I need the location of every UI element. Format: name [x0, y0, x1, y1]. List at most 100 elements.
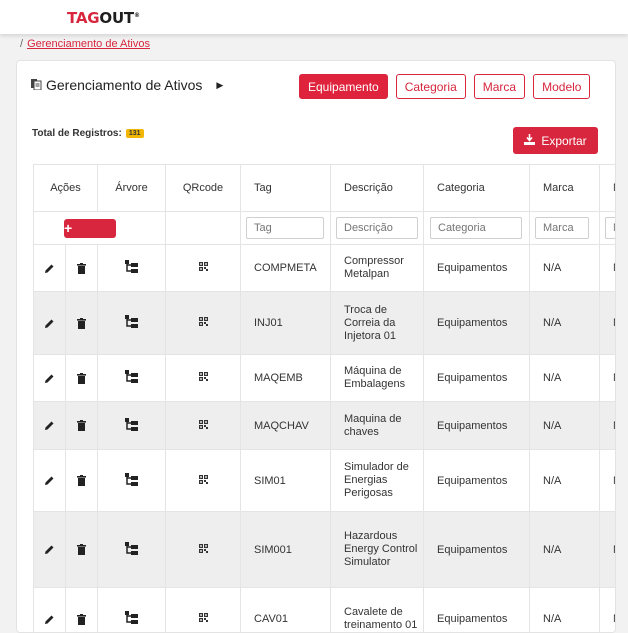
filter-marca-input[interactable]: [535, 217, 589, 239]
assets-table-container[interactable]: Ações Árvore QRcode Tag Descrição Catego…: [33, 164, 615, 633]
trash-icon[interactable]: [66, 512, 97, 587]
column-arvore: Árvore: [98, 165, 166, 212]
tree-icon[interactable]: [125, 260, 138, 273]
qrcode-icon[interactable]: [199, 262, 208, 271]
actions-cell: [34, 245, 98, 292]
document-icon: [31, 77, 42, 93]
filter-categoria-input[interactable]: [430, 217, 522, 239]
cell-descricao: Máquina de Embalagens: [331, 355, 424, 402]
pencil-icon[interactable]: [34, 402, 66, 449]
cell-tag: INJ01: [241, 292, 331, 355]
trash-icon[interactable]: [66, 588, 97, 633]
cell-modelo: N: [600, 245, 616, 292]
pencil-icon[interactable]: [34, 292, 66, 354]
actions-cell: [34, 292, 98, 355]
pencil-icon[interactable]: [34, 588, 66, 633]
tab-categoria[interactable]: Categoria: [396, 74, 466, 99]
cell-descricao: Cavalete de treinamento 01: [331, 588, 424, 633]
tab-equipamento[interactable]: Equipamento: [299, 74, 388, 99]
table-row[interactable]: SIM001Hazardous Energy Control Simulator…: [34, 512, 616, 588]
table-row[interactable]: INJ01Troca de Correia da Injetora 01Equi…: [34, 292, 616, 355]
pencil-icon[interactable]: [34, 512, 66, 587]
qrcode-icon[interactable]: [199, 475, 208, 484]
pencil-icon[interactable]: [34, 245, 66, 291]
add-asset-button[interactable]: +: [64, 219, 116, 238]
breadcrumb-separator: /: [20, 38, 23, 50]
trash-icon[interactable]: [66, 402, 97, 449]
breadcrumb-link[interactable]: Gerenciamento de Ativos: [27, 38, 150, 50]
cell-categoria: Equipamentos: [424, 355, 530, 402]
tree-icon[interactable]: [125, 473, 138, 486]
trash-icon[interactable]: [66, 450, 97, 511]
filter-tag-input[interactable]: [246, 217, 324, 239]
tree-icon[interactable]: [125, 542, 138, 555]
cell-modelo: N: [600, 402, 616, 450]
cell-modelo: N: [600, 588, 616, 633]
cell-descricao: Maquina de chaves: [331, 402, 424, 450]
actions-cell: [34, 355, 98, 402]
logo-tag-text: TAG: [67, 9, 99, 27]
tree-icon[interactable]: [125, 611, 138, 624]
assets-table: Ações Árvore QRcode Tag Descrição Catego…: [33, 164, 615, 633]
entity-tabs: Equipamento Categoria Marca Modelo: [299, 74, 590, 99]
cell-categoria: Equipamentos: [424, 512, 530, 588]
tree-icon[interactable]: [125, 370, 138, 383]
cell-tag: SIM001: [241, 512, 331, 588]
cell-descricao: Compressor Metalpan: [331, 245, 424, 292]
caret-right-icon[interactable]: ▶: [216, 80, 223, 91]
cell-marca: N/A: [530, 292, 600, 355]
pencil-icon[interactable]: [34, 355, 66, 401]
cell-marca: N/A: [530, 245, 600, 292]
logo-registered-mark: ®: [134, 12, 140, 19]
column-modelo[interactable]: M: [600, 165, 616, 212]
cell-categoria: Equipamentos: [424, 450, 530, 512]
tab-marca[interactable]: Marca: [474, 74, 525, 99]
tree-cell: [98, 292, 166, 355]
cell-categoria: Equipamentos: [424, 245, 530, 292]
cell-descricao: Simulador de Energias Perigosas: [331, 450, 424, 512]
table-row[interactable]: MAQEMBMáquina de EmbalagensEquipamentosN…: [34, 355, 616, 402]
trash-icon[interactable]: [66, 355, 97, 401]
trash-icon[interactable]: [66, 245, 97, 291]
column-descricao[interactable]: Descrição: [331, 165, 424, 212]
table-row[interactable]: CAV01Cavalete de treinamento 01Equipamen…: [34, 588, 616, 633]
actions-cell: [34, 450, 98, 512]
qrcode-icon[interactable]: [199, 420, 208, 429]
table-row[interactable]: COMPMETACompressor MetalpanEquipamentosN…: [34, 245, 616, 292]
pencil-icon[interactable]: [34, 450, 66, 511]
column-tag[interactable]: Tag: [241, 165, 331, 212]
trash-icon[interactable]: [66, 292, 97, 354]
table-row[interactable]: SIM01Simulador de Energias PerigosasEqui…: [34, 450, 616, 512]
qrcode-cell: [166, 588, 241, 633]
tab-modelo[interactable]: Modelo: [533, 74, 590, 99]
cell-modelo: N: [600, 292, 616, 355]
tree-cell: [98, 450, 166, 512]
qrcode-icon[interactable]: [199, 317, 208, 326]
filter-descricao-input[interactable]: [336, 217, 418, 239]
cell-modelo: N: [600, 512, 616, 588]
filter-modelo-input[interactable]: [605, 217, 615, 239]
column-categoria[interactable]: Categoria: [424, 165, 530, 212]
qrcode-cell: [166, 245, 241, 292]
download-icon: [524, 134, 535, 148]
column-marca[interactable]: Marca: [530, 165, 600, 212]
total-records: Total de Registros: 131: [32, 128, 144, 139]
qrcode-icon[interactable]: [199, 372, 208, 381]
cell-marca: N/A: [530, 512, 600, 588]
filter-modelo-cell: [600, 212, 616, 245]
filter-empty: [166, 212, 241, 245]
total-records-label: Total de Registros:: [32, 128, 122, 139]
cell-tag: MAQEMB: [241, 355, 331, 402]
qrcode-icon[interactable]: [199, 613, 208, 622]
cell-marca: N/A: [530, 402, 600, 450]
tree-icon[interactable]: [125, 315, 138, 328]
table-row[interactable]: MAQCHAVMaquina de chavesEquipamentosN/AN: [34, 402, 616, 450]
tree-icon[interactable]: [125, 418, 138, 431]
total-records-badge: 131: [126, 129, 144, 138]
cell-tag: SIM01: [241, 450, 331, 512]
export-button[interactable]: Exportar: [513, 127, 598, 154]
actions-cell: [34, 512, 98, 588]
tagout-logo[interactable]: TAGOUT®: [67, 9, 140, 27]
qrcode-cell: [166, 292, 241, 355]
qrcode-icon[interactable]: [199, 544, 208, 553]
